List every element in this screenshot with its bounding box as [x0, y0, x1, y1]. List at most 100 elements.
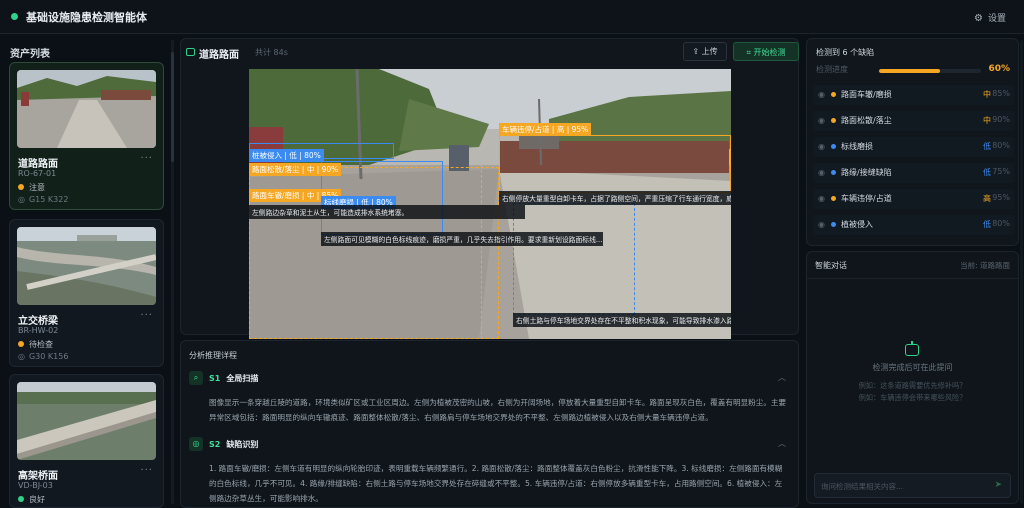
asset-code: VD-BJ-03	[18, 481, 53, 490]
defect-name: 路面松散/落尘	[841, 116, 892, 125]
defect-row[interactable]: ◉ 标线磨损 低 80%	[813, 137, 1014, 157]
defect-row[interactable]: ◉ 路缘/接缝缺陷 低 75%	[813, 163, 1014, 183]
detection-image[interactable]: 桩被侵入 | 低 | 80% 路面松散/落尘 | 中 | 90% 路面车辙/磨损…	[249, 69, 731, 339]
more-icon[interactable]: ···	[140, 153, 153, 164]
progress-percent: 60%	[988, 64, 1010, 74]
defect-color-dot	[831, 144, 836, 149]
asset-status-label: 待检查	[29, 340, 53, 349]
top-bar: 基础设施隐患检测智能体 ⚙ 设置	[0, 0, 1024, 34]
detection-label: 车辆违停/占道 | 高 | 95%	[499, 123, 592, 136]
chat-current-asset: 当前: 道路路面	[960, 261, 1010, 270]
detection-box[interactable]	[481, 165, 485, 339]
defect-severity: 低	[983, 220, 991, 229]
detection-label: 桩被侵入 | 低 | 80%	[249, 149, 324, 162]
eye-icon[interactable]: ◉	[818, 168, 825, 177]
defect-name: 植被侵入	[841, 220, 873, 229]
defect-color-dot	[831, 118, 836, 123]
settings-button[interactable]: ⚙ 设置	[974, 11, 1006, 24]
sidebar-scrollbar[interactable]	[171, 40, 174, 504]
analysis-title: 分析推理详程	[189, 351, 237, 360]
asset-card-road[interactable]: 道路路面 ··· RO-67-01 注意 ◎ G15 K322	[9, 62, 164, 210]
defect-severity: 高	[983, 194, 991, 203]
asset-status: 注意	[18, 182, 45, 193]
chevron-up-icon[interactable]: ︿	[778, 438, 786, 449]
asset-location: ◎ G30 K156	[18, 352, 68, 361]
asset-thumbnail	[17, 382, 156, 460]
detection-label: 路面松散/落尘 | 中 | 90%	[249, 163, 342, 176]
defect-severity: 低	[983, 142, 991, 151]
analysis-step[interactable]: ◎ S2 缺陷识别 ︿ 1. 路面车辙/磨损：左侧车道有明显的纵向轮胎印迹，表明重…	[189, 437, 792, 507]
divider	[807, 278, 1018, 279]
defect-row[interactable]: ◉ 路面车辙/磨损 中 85%	[813, 85, 1014, 105]
location-pin-icon: ◎	[18, 195, 25, 204]
eye-icon[interactable]: ◉	[818, 220, 825, 229]
asset-name: 高架桥面	[18, 471, 58, 482]
asset-location-label: G30 K156	[28, 352, 69, 361]
detection-description: 左侧路边杂草和泥土从生，可能造成排水系统堵塞。	[249, 205, 525, 219]
main-area: 道路路面 共计 84s ⇪ 上传 ⌗ 开始检测 桩被侵入 | 低 | 80% 路…	[176, 34, 802, 508]
viewer-subtitle: 共计 84s	[255, 48, 288, 57]
defect-severity: 中	[983, 116, 991, 125]
step-heading: S2 缺陷识别	[209, 439, 258, 450]
chat-example-tip: 例如：车辆违停会带来哪些风险？	[858, 393, 967, 402]
send-icon[interactable]: ➤	[994, 480, 1002, 490]
chat-empty-message: 检测完成后可在此提问	[872, 363, 953, 372]
defect-confidence: 80%	[992, 219, 1010, 228]
defect-name: 车辆违停/占道	[841, 194, 892, 203]
analysis-panel: 分析推理详程 ⌕ S1 全局扫描 ︿ 图像显示一条穿越丘陵的道路，环境类似矿区或工…	[180, 340, 799, 508]
asset-code: RO-67-01	[18, 169, 57, 178]
defect-confidence: 85%	[992, 89, 1010, 98]
defect-name: 标线磨损	[841, 142, 873, 151]
progress-bar	[879, 69, 981, 73]
status-dot	[18, 184, 24, 190]
defect-color-dot	[831, 92, 836, 97]
right-scrollbar[interactable]	[1020, 40, 1023, 504]
step-text: 1. 路面车辙/磨损：左侧车道有明显的纵向轮胎印迹，表明重载车辆频繁通行。2. …	[209, 464, 783, 503]
eye-icon[interactable]: ◉	[818, 142, 825, 151]
asset-card-bridge[interactable]: 立交桥梁 ··· BR-HW-02 待检查 ◎ G30 K156	[9, 219, 164, 367]
defects-panel: 检测到 6 个缺陷 检测进度 60% ◉ 路面车辙/磨损中 85% ◉ 路面松散/落尘中…	[806, 38, 1019, 246]
location-pin-icon: ◎	[18, 352, 25, 361]
defect-confidence: 90%	[992, 115, 1010, 124]
more-icon[interactable]: ···	[140, 465, 153, 476]
status-dot	[18, 341, 24, 347]
chat-input-box[interactable]: ➤	[814, 473, 1011, 498]
defect-confidence: 80%	[992, 141, 1010, 150]
eye-icon[interactable]: ◉	[818, 90, 825, 99]
asset-status-label: 良好	[29, 495, 45, 504]
asset-status: 良好	[18, 494, 45, 505]
asset-card-viaduct[interactable]: 高架桥面 ··· VD-BJ-03 良好	[9, 374, 164, 508]
more-icon[interactable]: ···	[140, 310, 153, 321]
chat-input[interactable]	[821, 479, 981, 493]
step-title: 全局扫描	[226, 374, 259, 383]
defect-color-dot	[831, 196, 836, 201]
chevron-up-icon[interactable]: ︿	[778, 372, 786, 383]
eye-icon[interactable]: ◉	[818, 116, 825, 125]
detection-description: 右侧土路与停车场地交界处存在不平整和积水现象，可能导致排水渗入路...	[513, 313, 731, 327]
detection-description: 右侧停放大量重型自卸卡车，占据了路侧空间，严重压缩了行车通行宽度，威...	[499, 191, 731, 205]
detection-box[interactable]	[499, 135, 731, 193]
scrollbar-thumb[interactable]	[171, 52, 174, 162]
app-title: 基础设施隐患检测智能体	[26, 11, 147, 24]
defect-row[interactable]: ◉ 植被侵入 低 80%	[813, 215, 1014, 235]
chat-title: 智能对话	[815, 261, 847, 270]
detection-box[interactable]	[513, 203, 635, 315]
defect-row[interactable]: ◉ 路面松散/落尘 中 90%	[813, 111, 1014, 131]
step-number: S1	[209, 374, 221, 383]
upload-button[interactable]: ⇪ 上传	[683, 42, 727, 61]
defects-header: 检测到 6 个缺陷	[816, 48, 875, 57]
search-icon: ⌕	[189, 371, 203, 385]
viewer-title: 道路路面	[199, 50, 239, 61]
app-status-dot	[11, 13, 18, 20]
start-detect-button[interactable]: ⌗ 开始检测	[733, 42, 799, 61]
analysis-step[interactable]: ⌕ S1 全局扫描 ︿ 图像显示一条穿越丘陵的道路，环境类似矿区或工业区周边。左侧…	[189, 371, 792, 425]
detection-description: 左侧路面可见模糊的白色标线痕迹，磨损严重，几乎失去指引作用。要求重新划设路面标线…	[321, 232, 603, 246]
status-dot	[18, 496, 24, 502]
defect-color-dot	[831, 170, 836, 175]
robot-icon	[905, 341, 919, 356]
progress-fill	[879, 69, 941, 73]
settings-label: 设置	[987, 14, 1006, 24]
target-icon: ◎	[189, 437, 203, 451]
eye-icon[interactable]: ◉	[818, 194, 825, 203]
defect-row[interactable]: ◉ 车辆违停/占道 高 95%	[813, 189, 1014, 209]
